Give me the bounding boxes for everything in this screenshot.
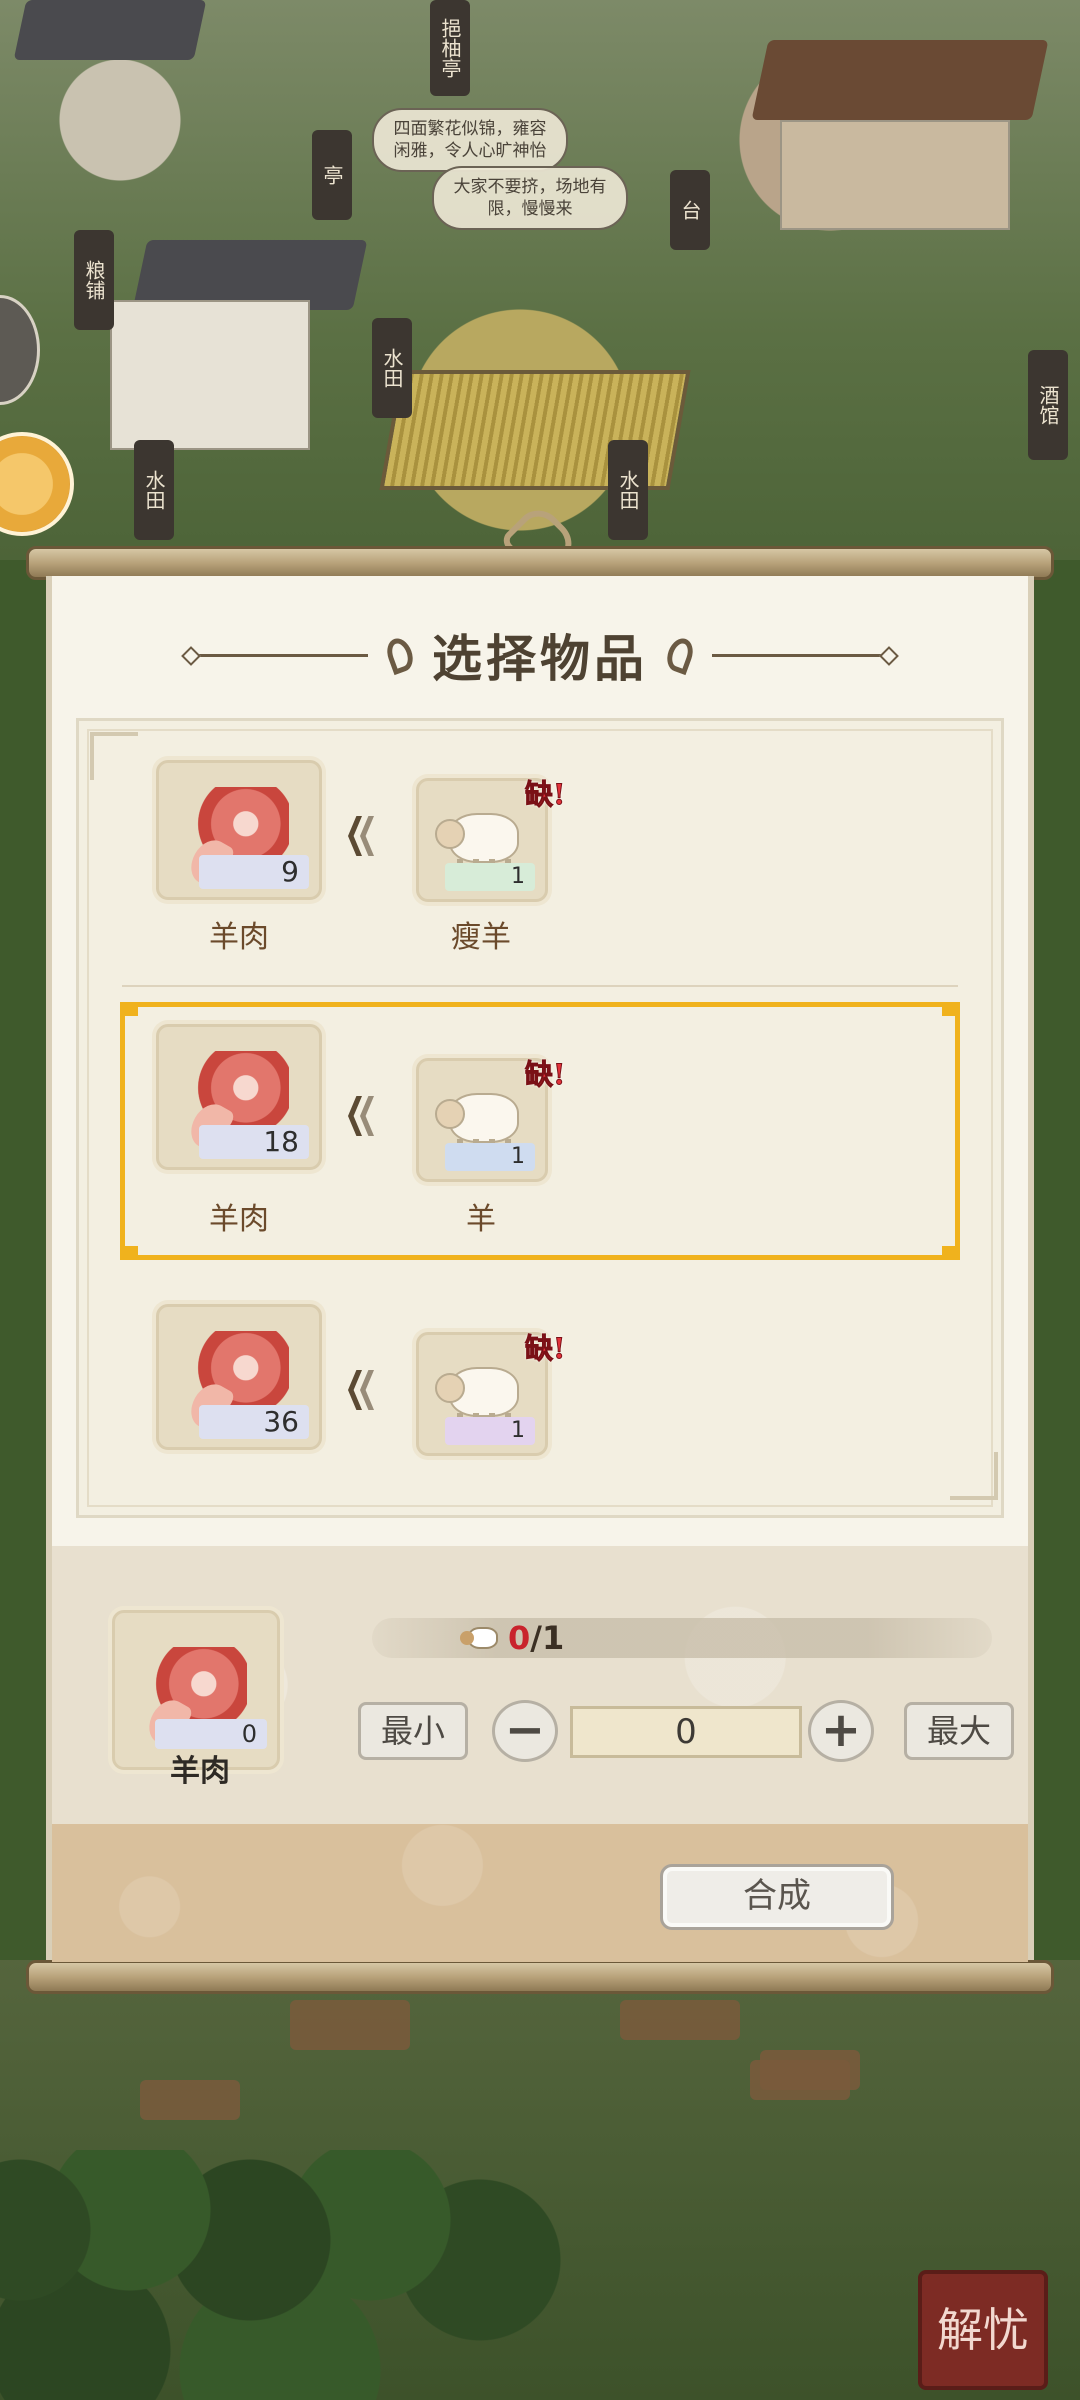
speech-bubble-2: 大家不要挤，场地有限，慢慢来 <box>432 166 628 230</box>
synthesize-button[interactable]: 合成 <box>660 1864 894 1930</box>
recipe-row-sheep[interactable]: 18 1 缺! 羊肉 羊 <box>120 1002 960 1260</box>
dialog-title-row: 选择物品 <box>46 620 1034 690</box>
product-slot[interactable]: 18 <box>156 1024 322 1170</box>
min-button[interactable]: 最小 <box>358 1702 468 1760</box>
house-roof <box>13 0 207 60</box>
progress-current: 0 <box>508 1619 531 1657</box>
selection-corner <box>120 1246 138 1260</box>
scroll-rod-top <box>26 546 1054 580</box>
recipe-row-fat-sheep[interactable]: 36 1 缺! <box>120 1296 960 1486</box>
cart <box>140 2080 240 2120</box>
minus-button[interactable]: − <box>492 1700 558 1762</box>
lack-badge: 缺! <box>524 1058 566 1092</box>
progress-total: /1 <box>530 1619 565 1657</box>
cart <box>750 2060 850 2100</box>
arrow-left-icon <box>348 816 376 856</box>
ingredient-count: 1 <box>445 1143 535 1171</box>
pavilion-roof <box>751 40 1049 120</box>
selection-corner <box>942 1246 960 1260</box>
sign-paddy-2[interactable]: 水田 <box>134 440 174 540</box>
sign-grain-shop[interactable]: 粮铺 <box>74 230 114 330</box>
ingredient-count: 1 <box>445 1417 535 1445</box>
sign-tavern[interactable]: 酒馆 <box>1028 350 1068 460</box>
ingredient-slot[interactable]: 1 缺! <box>416 1058 566 1182</box>
sign-terrace[interactable]: 台 <box>670 170 710 250</box>
sign-paddy-1[interactable]: 水田 <box>372 318 412 418</box>
product-slot[interactable]: 36 <box>156 1304 322 1450</box>
flourish-icon <box>662 634 698 676</box>
sign-paddy-3[interactable]: 水田 <box>608 440 648 540</box>
dialog-title: 选择物品 <box>432 629 648 688</box>
title-ornament-line <box>198 653 368 657</box>
sign-yizhou-pavilion[interactable]: 挹柚亭 <box>430 0 470 96</box>
market-stall <box>620 2000 740 2040</box>
market-stall <box>290 2000 410 2050</box>
product-count: 18 <box>199 1125 309 1159</box>
selected-item-name: 羊肉 <box>170 1754 230 1789</box>
product-slot[interactable]: 9 <box>156 760 322 900</box>
selected-item-count: 0 <box>155 1719 267 1749</box>
speech-bubble-1: 四面繁花似锦，雍容闲雅，令人心旷神怡 <box>372 108 568 172</box>
plus-button[interactable]: + <box>808 1700 874 1762</box>
house-wall <box>110 300 310 450</box>
selection-corner <box>120 1002 138 1016</box>
max-button[interactable]: 最大 <box>904 1702 1014 1760</box>
material-progress: 0/1 <box>460 1616 564 1660</box>
pavilion-base <box>780 120 1010 230</box>
lack-badge: 缺! <box>524 778 566 812</box>
tree-cluster <box>0 2150 580 2400</box>
selection-corner <box>942 1002 960 1016</box>
scroll-rod-bottom <box>26 1960 1054 1994</box>
product-name: 羊肉 <box>209 1202 269 1237</box>
ingredient-slot[interactable]: 1 缺! <box>416 778 566 902</box>
recipe-row-thin-sheep[interactable]: 9 1 缺! 羊肉 瘦羊 <box>120 752 960 955</box>
product-count: 36 <box>199 1405 309 1439</box>
row-divider <box>122 985 958 987</box>
sign-pavilion[interactable]: 亭 <box>312 130 352 220</box>
arrow-left-icon <box>348 1096 376 1136</box>
product-count: 9 <box>199 855 309 889</box>
jieyou-seal-button[interactable]: 解忧 <box>918 2270 1048 2390</box>
product-name: 羊肉 <box>209 920 269 955</box>
ingredient-name: 羊 <box>466 1202 496 1237</box>
sheep-icon <box>460 1623 500 1653</box>
arrow-left-icon <box>348 1370 376 1410</box>
ingredient-name: 瘦羊 <box>451 920 511 955</box>
flourish-icon <box>382 634 418 676</box>
quantity-field[interactable]: 0 <box>570 1706 802 1758</box>
title-ornament-line <box>712 653 882 657</box>
ingredient-slot[interactable]: 1 缺! <box>416 1332 566 1456</box>
lack-badge: 缺! <box>524 1332 566 1366</box>
ingredient-count: 1 <box>445 863 535 891</box>
